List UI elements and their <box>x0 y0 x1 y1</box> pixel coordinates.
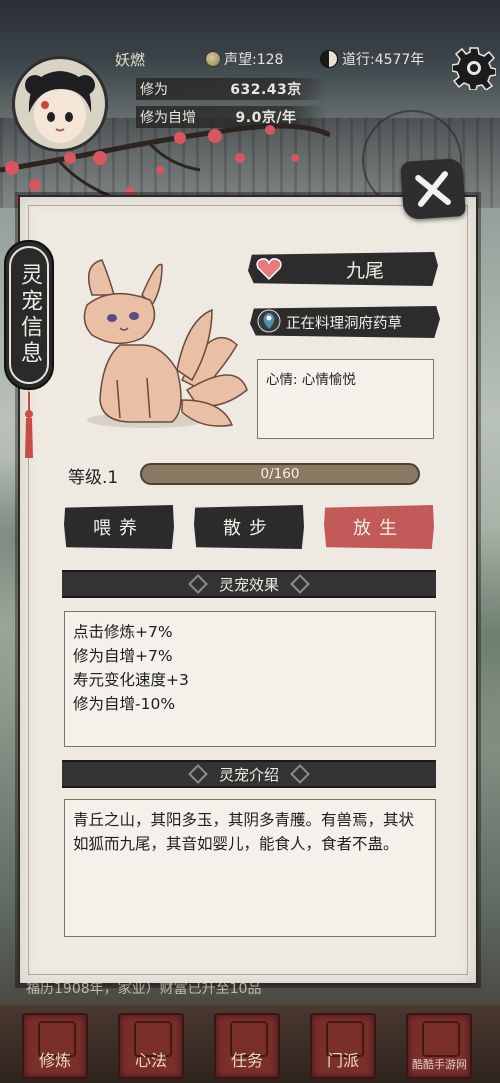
intro-title: 灵宠介绍 <box>218 765 279 784</box>
side-tab-label: 灵宠信息 <box>17 263 42 367</box>
taiji-icon <box>320 50 338 68</box>
diamond-ornament <box>290 574 310 594</box>
side-tab-pet-info[interactable]: 灵宠信息 <box>4 240 54 390</box>
diamond-ornament <box>188 764 208 784</box>
effects-box: 点击修炼+7% 修为自增+7% 寿元变化速度+3 修为自增-10% <box>64 611 436 747</box>
intro-text: 青丘之山，其阳多玉，其阴多青雘。有兽焉，其状如狐而九尾，其音如婴儿，能食人，食者… <box>73 811 415 853</box>
coin-icon <box>205 51 221 67</box>
pet-location-bar: 正在料理洞府药草 <box>250 306 440 338</box>
cultivation-label: 修为 <box>140 82 168 98</box>
pet-mood-box: 心情: 心情愉悦 <box>257 359 434 439</box>
nav-label: 修炼 <box>38 1051 71 1070</box>
intro-box: 青丘之山，其阳多玉，其阴多青雘。有兽焉，其状如狐而九尾，其音如婴儿，能食人，食者… <box>64 799 436 937</box>
cultivation-value: 632.43京 <box>230 82 302 98</box>
walk-button[interactable]: 散步 <box>194 505 304 549</box>
side-tab-inner: 灵宠信息 <box>9 246 49 384</box>
close-button[interactable] <box>400 157 466 221</box>
effect-item: 寿元变化速度+3 <box>73 671 189 689</box>
diamond-ornament <box>290 764 310 784</box>
nine-tail-fox-illustration <box>83 259 248 428</box>
reputation-text: 声望:128 <box>224 52 284 68</box>
pet-name-bar: 九尾 <box>248 252 438 286</box>
feed-button[interactable]: 喂养 <box>64 505 174 549</box>
bottom-hint-text: 福历1908年，家业）财富已升至10品 <box>26 981 262 997</box>
exp-progress-bar: 0/160 <box>140 463 420 485</box>
nav-sect[interactable]: 门派 <box>310 1013 376 1079</box>
player-name: 妖燃 <box>114 51 145 69</box>
location-pin-icon <box>257 309 281 333</box>
heart-icon <box>256 258 282 281</box>
nav-label: 任务 <box>230 1051 263 1070</box>
pet-name: 九尾 <box>345 259 384 282</box>
nav-method[interactable]: 心法 <box>118 1013 184 1079</box>
intro-header: 灵宠介绍 <box>62 760 436 788</box>
exp-text: 0/160 <box>260 466 300 482</box>
nav-task[interactable]: 任务 <box>214 1013 280 1079</box>
gear-icon[interactable] <box>452 46 496 90</box>
pet-mood: 心情: 心情愉悦 <box>266 372 356 388</box>
pet-level: 等级.1 <box>68 468 119 488</box>
reputation-stat: 声望:128 <box>205 47 283 71</box>
tassel-ornament <box>25 392 33 458</box>
watermark: 酷酷手游网 <box>412 1058 467 1071</box>
effect-item: 修为自增+7% <box>73 647 173 665</box>
cultivation-row: 修为 632.43京 <box>136 78 326 100</box>
release-button[interactable]: 放生 <box>324 505 434 549</box>
dao-stat: 道行:4577年 <box>320 47 424 71</box>
dao-text: 道行:4577年 <box>342 52 425 68</box>
diamond-ornament <box>188 574 208 594</box>
effects-header: 灵宠效果 <box>62 570 436 598</box>
effects-title: 灵宠效果 <box>218 575 279 594</box>
nav-label: 门派 <box>326 1051 359 1070</box>
pet-location: 正在料理洞府药草 <box>286 315 402 332</box>
nav-label: 心法 <box>134 1051 167 1070</box>
close-icon <box>415 171 451 207</box>
effect-item: 修为自增-10% <box>73 695 176 713</box>
nav-cultivate[interactable]: 修炼 <box>22 1013 88 1079</box>
figure-icon <box>422 1021 460 1057</box>
effect-item: 点击修炼+7% <box>73 623 173 641</box>
